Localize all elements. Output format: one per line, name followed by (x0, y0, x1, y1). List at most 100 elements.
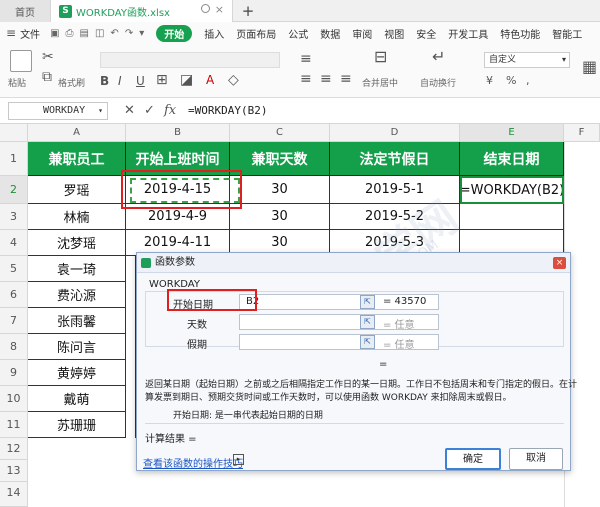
row-header-9[interactable]: 9 (0, 360, 28, 386)
wrap-text-icon[interactable]: ↵ (432, 49, 445, 65)
clear-icon[interactable]: ◇ (228, 73, 239, 87)
column-header-e[interactable]: E (460, 124, 564, 142)
export-icon[interactable]: ⎙ (66, 28, 74, 39)
borders-icon[interactable]: ⊞ (156, 73, 168, 87)
table-cell[interactable] (460, 204, 564, 230)
table-cell[interactable]: 2019-5-1 (330, 176, 460, 204)
menu-developer[interactable]: 开发工具 (448, 26, 488, 41)
tab-home[interactable]: 首页 (0, 0, 50, 22)
menu-formulas[interactable]: 公式 (288, 26, 308, 41)
menu-home[interactable]: 开始 (156, 24, 193, 42)
hamburger-menu-icon[interactable]: ≡ (6, 26, 16, 40)
font-selector[interactable] (100, 52, 280, 68)
row-header-2[interactable]: 2 (0, 176, 28, 204)
column-header-f[interactable]: F (564, 124, 600, 142)
table-cell[interactable]: 张雨馨 (28, 308, 126, 334)
video-icon[interactable]: ▸ (233, 454, 244, 465)
new-tab-button[interactable]: + (240, 0, 256, 22)
table-cell[interactable]: 沈梦瑶 (28, 230, 126, 256)
confirm-entry-icon[interactable]: ✓ (144, 103, 155, 118)
row-header-10[interactable]: 10 (0, 386, 28, 412)
row-header-14[interactable]: 14 (0, 482, 28, 507)
table-cell[interactable]: 罗瑶 (28, 176, 126, 204)
menu-smart-tools[interactable]: 智能工 (552, 26, 582, 41)
table-cell[interactable]: 30 (230, 204, 330, 230)
row-header-5[interactable]: 5 (0, 256, 28, 282)
header-cell-employee[interactable]: 兼职员工 (28, 142, 126, 176)
collapse-dialog-icon[interactable]: ⇱ (360, 315, 375, 329)
table-cell[interactable]: 2019-4-15 (126, 176, 230, 204)
menu-review[interactable]: 审阅 (352, 26, 372, 41)
row-header-13[interactable]: 13 (0, 460, 28, 482)
row-header-4[interactable]: 4 (0, 230, 28, 256)
close-icon[interactable]: × (553, 257, 566, 269)
header-cell-start-date[interactable]: 开始上班时间 (126, 142, 230, 176)
table-cell[interactable]: 袁一琦 (28, 256, 126, 282)
menu-insert[interactable]: 插入 (204, 26, 224, 41)
row-header-11[interactable]: 11 (0, 412, 28, 438)
row-header-7[interactable]: 7 (0, 308, 28, 334)
header-cell-days[interactable]: 兼职天数 (230, 142, 330, 176)
table-cell[interactable]: 费沁源 (28, 282, 126, 308)
row-header-6[interactable]: 6 (0, 282, 28, 308)
format-painter-label[interactable]: 格式刷 (58, 76, 85, 89)
thousands-icon[interactable]: , (526, 74, 530, 88)
customize-icon[interactable]: ▾ (139, 28, 144, 39)
paste-icon[interactable] (10, 50, 32, 72)
close-tab-icon[interactable]: × (215, 3, 224, 16)
table-cell[interactable]: 戴萌 (28, 386, 126, 412)
align-center-icon[interactable]: ≡ (320, 72, 332, 86)
menu-page-layout[interactable]: 页面布局 (236, 26, 276, 41)
menu-file[interactable]: 文件 (20, 26, 40, 41)
insert-function-icon[interactable]: fx (164, 103, 176, 118)
table-cell[interactable]: 陈问言 (28, 334, 126, 360)
table-cell[interactable]: 30 (230, 176, 330, 204)
cut-icon[interactable]: ✂ (42, 50, 54, 64)
select-all-corner[interactable] (0, 124, 28, 142)
merge-center-icon[interactable]: ⊟ (374, 49, 387, 65)
preview-icon[interactable]: ◫ (95, 28, 104, 39)
fill-color-icon[interactable]: ◪ (180, 73, 193, 87)
table-cell[interactable]: 林楠 (28, 204, 126, 230)
name-box[interactable]: WORKDAY ▾ (8, 102, 108, 120)
monitor-icon[interactable] (201, 4, 210, 13)
menu-data[interactable]: 数据 (320, 26, 340, 41)
cancel-button[interactable]: 取消 (509, 448, 563, 470)
column-header-a[interactable]: A (28, 124, 126, 142)
row-header-8[interactable]: 8 (0, 334, 28, 360)
table-cell[interactable]: 2019-5-2 (330, 204, 460, 230)
table-cell[interactable]: 苏珊珊 (28, 412, 126, 438)
column-header-c[interactable]: C (230, 124, 330, 142)
align-right-icon[interactable]: ≡ (340, 72, 352, 86)
align-left-icon[interactable]: ≡ (300, 72, 312, 86)
header-cell-end-date[interactable]: 结束日期 (460, 142, 564, 176)
underline-icon[interactable]: U (136, 74, 145, 88)
row-header-3[interactable]: 3 (0, 204, 28, 230)
tab-workbook[interactable]: S WORKDAY函数.xlsx × (50, 0, 233, 22)
currency-icon[interactable]: ¥ (486, 74, 493, 88)
percent-icon[interactable]: % (506, 74, 516, 88)
cancel-entry-icon[interactable]: ✕ (124, 103, 135, 118)
redo-icon[interactable]: ↷ (125, 28, 133, 39)
copy-icon[interactable]: ⧉ (42, 70, 52, 84)
align-top-icon[interactable]: ≡ (300, 52, 312, 66)
header-cell-holiday[interactable]: 法定节假日 (330, 142, 460, 176)
active-cell-e2[interactable]: =WORKDAY(B2) (460, 176, 564, 204)
conditional-format-icon[interactable]: ▦ (582, 59, 597, 75)
wrap-text-label[interactable]: 自动换行 (420, 76, 456, 89)
italic-icon[interactable]: I (118, 74, 122, 88)
row-header-1[interactable]: 1 (0, 142, 28, 176)
collapse-dialog-icon[interactable]: ⇱ (360, 335, 375, 349)
merge-center-label[interactable]: 合并居中 (362, 76, 398, 89)
collapse-dialog-icon[interactable]: ⇱ (360, 295, 375, 309)
number-format-select[interactable]: 自定义 ▾ (484, 52, 570, 68)
column-header-d[interactable]: D (330, 124, 460, 142)
help-link[interactable]: 查看该函数的操作技巧 (143, 455, 243, 470)
menu-security[interactable]: 安全 (416, 26, 436, 41)
bold-icon[interactable]: B (100, 74, 109, 88)
table-cell[interactable]: 2019-4-9 (126, 204, 230, 230)
ok-button[interactable]: 确定 (445, 448, 501, 470)
formula-input[interactable]: =WORKDAY(B2) (188, 103, 267, 118)
print-icon[interactable]: ▤ (80, 28, 89, 39)
font-color-icon[interactable]: A (206, 73, 214, 87)
